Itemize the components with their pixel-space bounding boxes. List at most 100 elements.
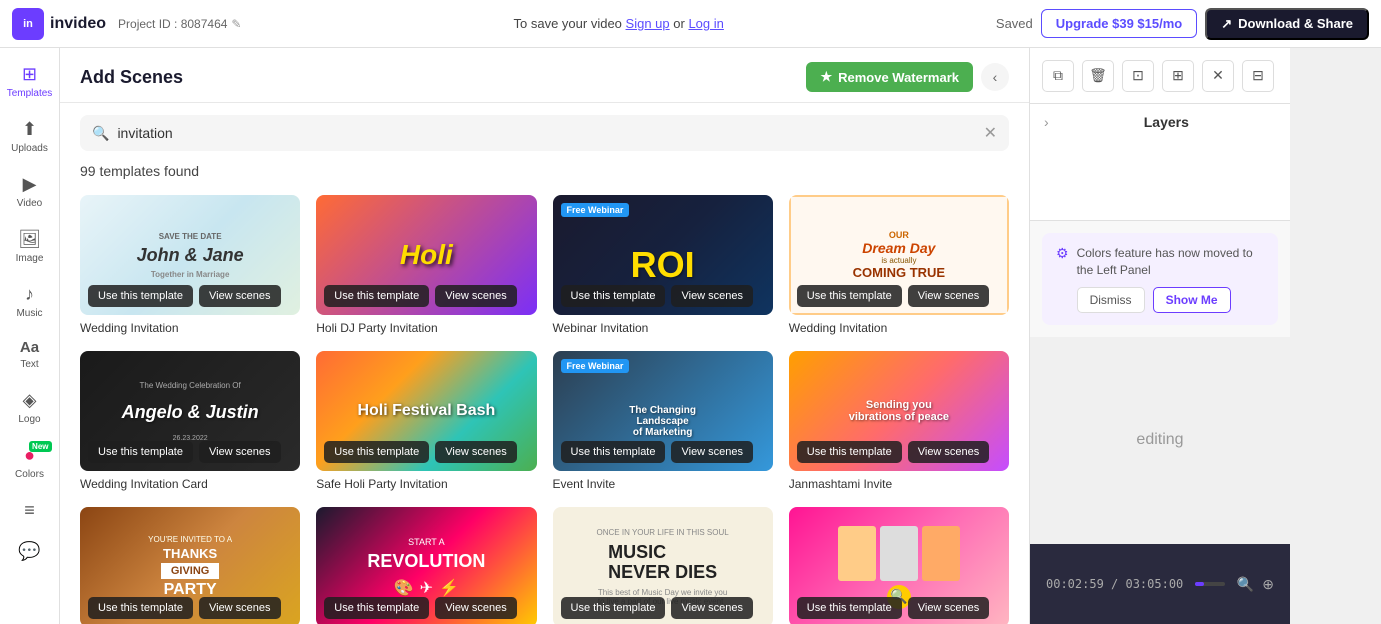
view-scenes-button[interactable]: View scenes — [199, 441, 281, 463]
colors-notice: ⚙ Colors feature has now moved to the Le… — [1042, 233, 1278, 325]
layers-header: › Layers — [1030, 104, 1290, 140]
use-template-button[interactable]: Use this template — [797, 597, 902, 619]
sidebar-item-uploads[interactable]: ⬆ Uploads — [4, 111, 56, 162]
view-scenes-button[interactable]: View scenes — [199, 285, 281, 307]
colors-notice-text: Colors feature has now moved to the Left… — [1077, 246, 1253, 277]
brand-name: invideo — [50, 15, 106, 33]
toolbar-copy-button[interactable]: ⧉ — [1042, 60, 1074, 92]
music-icon: ♪ — [25, 284, 34, 305]
free-webinar-badge: Free Webinar — [561, 203, 630, 217]
use-template-button[interactable]: Use this template — [324, 285, 429, 307]
template-card: Holi Use this template View scenes Holi … — [316, 195, 536, 335]
sidebar-item-video[interactable]: ▶ Video — [4, 166, 56, 217]
template-name: Wedding Invitation — [80, 321, 300, 335]
edit-project-icon[interactable]: ✎ — [231, 17, 241, 31]
download-button[interactable]: ↗ Download & Share — [1205, 8, 1369, 40]
thumb-overlay: Use this template View scenes — [316, 433, 536, 471]
template-thumb: Free Webinar The ChangingLandscapeof Mar… — [553, 351, 773, 471]
view-scenes-button[interactable]: View scenes — [199, 597, 281, 619]
chat-icon: 💬 — [18, 541, 40, 562]
upgrade-button[interactable]: Upgrade $39 $15/mo — [1041, 9, 1197, 38]
view-scenes-button[interactable]: View scenes — [671, 285, 753, 307]
sidebar-item-text[interactable]: Aa Text — [4, 331, 56, 378]
editing-area: editing — [1030, 337, 1290, 544]
signup-link[interactable]: Sign up — [626, 16, 670, 31]
template-card: Holi Festival Bash Use this template Vie… — [316, 351, 536, 491]
template-thumb: Sending youvibrations of peace Use this … — [789, 351, 1009, 471]
editing-text: editing — [1136, 431, 1183, 449]
sidebar-item-logo[interactable]: ◈ Logo — [4, 382, 56, 433]
thumb-overlay: Use this template View scenes — [553, 589, 773, 624]
thumb-overlay: Use this template View scenes — [80, 589, 300, 624]
toolbar-grid-button[interactable]: ⊟ — [1242, 60, 1274, 92]
login-link[interactable]: Log in — [688, 16, 723, 31]
view-scenes-button[interactable]: View scenes — [435, 285, 517, 307]
collapse-panel-button[interactable]: ‹ — [981, 63, 1009, 91]
use-template-button[interactable]: Use this template — [561, 441, 666, 463]
template-thumb: The Wedding Celebration Of Angelo & Just… — [80, 351, 300, 471]
sidebar-item-layers[interactable]: ≡ — [4, 492, 56, 529]
view-scenes-button[interactable]: View scenes — [435, 597, 517, 619]
view-scenes-button[interactable]: View scenes — [671, 441, 753, 463]
sidebar-item-music[interactable]: ♪ Music — [4, 276, 56, 327]
sidebar-item-image[interactable]: 🖼 Image — [4, 221, 56, 272]
free-webinar-badge: Free Webinar — [561, 359, 630, 373]
use-template-button[interactable]: Use this template — [88, 597, 193, 619]
uploads-icon: ⬆ — [22, 119, 37, 140]
use-template-button[interactable]: Use this template — [561, 285, 666, 307]
view-scenes-button[interactable]: View scenes — [435, 441, 517, 463]
show-me-button[interactable]: Show Me — [1153, 287, 1231, 313]
template-card: Free Webinar The ChangingLandscapeof Mar… — [553, 351, 773, 491]
view-scenes-button[interactable]: View scenes — [908, 597, 990, 619]
sidebar-item-colors[interactable]: New ● Colors — [4, 437, 56, 488]
add-scenes-panel: Add Scenes ★ Remove Watermark ‹ 🔍 ✕ 99 — [60, 48, 1030, 624]
timeline-bar-fill — [1195, 582, 1204, 586]
view-scenes-button[interactable]: View scenes — [908, 285, 990, 307]
use-template-button[interactable]: Use this template — [561, 597, 666, 619]
sidebar-item-chat[interactable]: 💬 — [4, 533, 56, 570]
use-template-button[interactable]: Use this template — [324, 441, 429, 463]
project-id: Project ID : 8087464 ✎ — [118, 17, 241, 31]
use-template-button[interactable]: Use this template — [797, 441, 902, 463]
right-panel: ⧉ 🗑 ⊡ ⊞ ✕ ⊟ › Layers ⚙ Colors feature ha… — [1030, 48, 1290, 624]
thumb-overlay: Use this template View scenes — [553, 433, 773, 471]
view-scenes-button[interactable]: View scenes — [671, 597, 753, 619]
thumb-overlay: Use this template View scenes — [316, 277, 536, 315]
thumb-overlay: Use this template View scenes — [80, 433, 300, 471]
thumb-overlay: Use this template View scenes — [789, 277, 1009, 315]
toolbar-crop-button[interactable]: ⊡ — [1122, 60, 1154, 92]
remove-watermark-button[interactable]: ★ Remove Watermark — [806, 62, 973, 92]
timeline-bar[interactable] — [1195, 582, 1225, 586]
dismiss-button[interactable]: Dismiss — [1077, 287, 1145, 313]
layers-expand-icon[interactable]: › — [1044, 114, 1049, 130]
left-sidebar: ⊞ Templates ⬆ Uploads ▶ Video 🖼 Image ♪ … — [0, 48, 60, 624]
toolbar-fit-button[interactable]: ⊞ — [1162, 60, 1194, 92]
template-card: ONCE IN YOUR LIFE IN THIS SOUL MUSICNEVE… — [553, 507, 773, 624]
notice-buttons: Dismiss Show Me — [1077, 287, 1264, 313]
toolbar-trash-button[interactable]: ✕ — [1202, 60, 1234, 92]
view-scenes-button[interactable]: View scenes — [908, 441, 990, 463]
use-template-button[interactable]: Use this template — [88, 285, 193, 307]
template-thumb: Holi Use this template View scenes — [316, 195, 536, 315]
timeline-area: 00:02:59 / 03:05:00 🔍 ⊕ — [1030, 544, 1290, 624]
zoom-out-icon[interactable]: 🔍 — [1237, 576, 1254, 593]
use-template-button[interactable]: Use this template — [88, 441, 193, 463]
panel-area: Add Scenes ★ Remove Watermark ‹ 🔍 ✕ 99 — [60, 48, 1381, 624]
toolbar-delete-button[interactable]: 🗑 — [1082, 60, 1114, 92]
colors-notice-icon: ⚙ — [1056, 245, 1069, 262]
zoom-in-icon[interactable]: ⊕ — [1262, 576, 1274, 593]
sidebar-item-templates[interactable]: ⊞ Templates — [4, 56, 56, 107]
template-card: START A REVOLUTION 🎨 ✈ ⚡ Use this templa… — [316, 507, 536, 624]
template-name: Wedding Invitation — [789, 321, 1009, 335]
use-template-button[interactable]: Use this template — [324, 597, 429, 619]
search-clear-icon[interactable]: ✕ — [984, 123, 997, 143]
timeline-time: 00:02:59 / 03:05:00 — [1046, 577, 1183, 591]
search-input[interactable] — [117, 125, 975, 141]
save-prompt: To save your video Sign up or Log in — [253, 16, 983, 31]
template-card: Sending youvibrations of peace Use this … — [789, 351, 1009, 491]
use-template-button[interactable]: Use this template — [797, 285, 902, 307]
topbar: in invideo Project ID : 8087464 ✎ To sav… — [0, 0, 1381, 48]
template-name: Event Invite — [553, 477, 773, 491]
thumb-overlay: Use this template View scenes — [789, 589, 1009, 624]
top-right-actions: Saved Upgrade $39 $15/mo ↗ Download & Sh… — [996, 8, 1369, 40]
